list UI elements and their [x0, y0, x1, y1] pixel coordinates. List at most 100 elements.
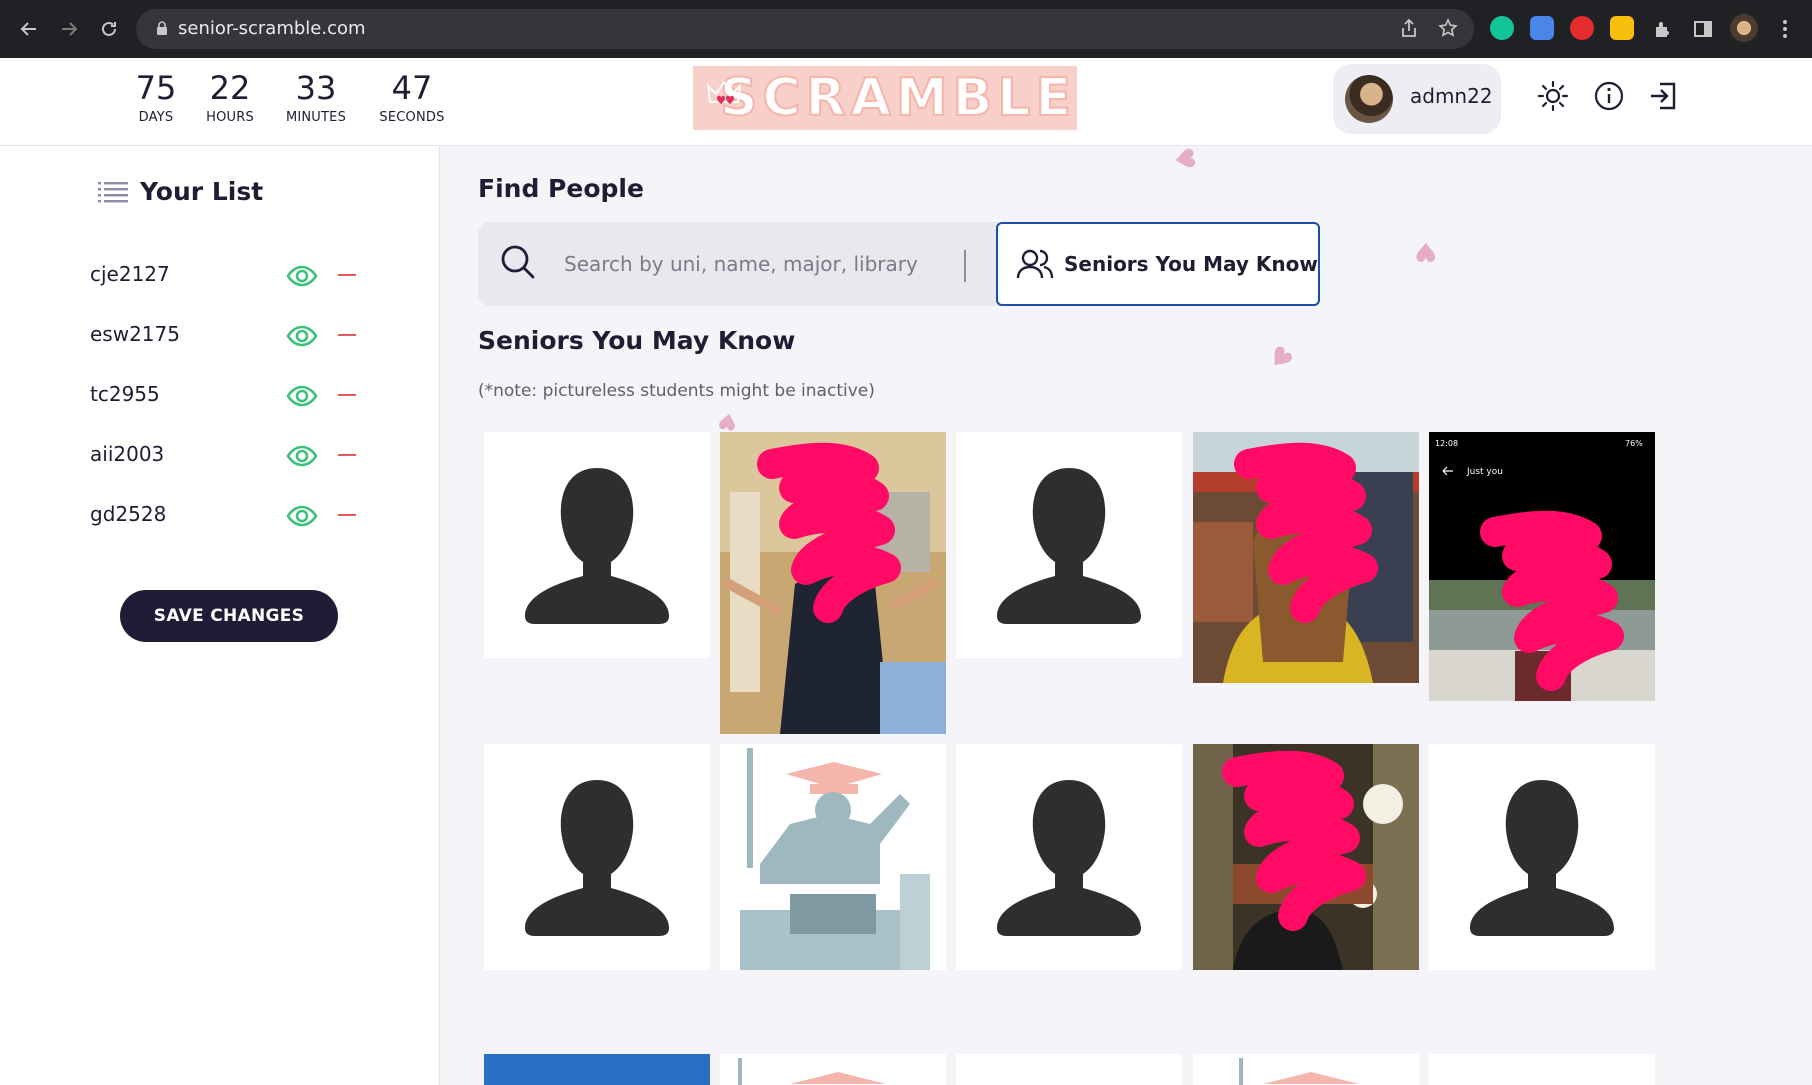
remove-icon[interactable] — [338, 334, 356, 336]
countdown-seconds: 47 SECONDS — [370, 66, 454, 125]
share-icon[interactable] — [1400, 18, 1418, 43]
remove-icon[interactable] — [338, 514, 356, 516]
eye-icon[interactable] — [286, 260, 318, 296]
person-card[interactable] — [956, 432, 1182, 658]
eye-icon[interactable] — [286, 440, 318, 476]
profile-photo — [1193, 432, 1419, 683]
find-people-title: Find People — [478, 174, 644, 203]
person-card[interactable] — [484, 432, 710, 658]
person-card[interactable] — [720, 432, 946, 734]
countdown-days: 75 DAYS — [126, 66, 186, 125]
countdown-value: 22 — [209, 69, 251, 107]
forward-icon[interactable] — [52, 12, 86, 46]
user-profile-chip[interactable]: admn22 — [1333, 64, 1501, 134]
countdown-unit: DAYS — [138, 110, 174, 125]
heart-decoration-icon: ♥ — [1414, 236, 1438, 266]
scramble-logo[interactable]: SCRAMBLE — [693, 66, 1077, 130]
avatar — [1345, 75, 1393, 123]
your-list-title: Your List — [140, 177, 264, 206]
list-item-uni: aii2003 — [90, 442, 165, 466]
menu-icon[interactable] — [1768, 12, 1802, 46]
countdown-value: 33 — [295, 69, 337, 107]
default-avatar-silhouette — [956, 744, 1182, 970]
person-card[interactable] — [484, 744, 710, 970]
profile-icon[interactable] — [1730, 14, 1758, 42]
username: admn22 — [1410, 84, 1493, 108]
person-card[interactable] — [1429, 1054, 1655, 1085]
seniors-you-may-know-button[interactable]: Seniors You May Know — [996, 222, 1320, 306]
address-bar[interactable]: senior-scramble.com — [136, 9, 1474, 49]
heart-decoration-icon: ♥ — [1261, 340, 1299, 378]
browser-toolbar: senior-scramble.com — [0, 0, 1812, 58]
list-item-uni: gd2528 — [90, 502, 167, 526]
list-item: esw2175 — [90, 316, 380, 356]
logout-icon[interactable] — [1648, 80, 1680, 112]
extensions-icon[interactable] — [1646, 12, 1680, 46]
person-card[interactable] — [720, 744, 946, 970]
remove-icon[interactable] — [338, 454, 356, 456]
list-item: tc2955 — [90, 376, 380, 416]
remove-icon[interactable] — [338, 274, 356, 276]
person-card[interactable] — [1193, 1054, 1419, 1085]
profile-photo: 12:08 76% Just you — [1429, 432, 1655, 701]
sidepanel-icon[interactable] — [1686, 12, 1720, 46]
logo-text: SCRAMBLE — [719, 67, 1076, 129]
back-icon[interactable] — [12, 12, 46, 46]
grammarly-icon[interactable] — [1490, 16, 1514, 40]
adblock-icon[interactable] — [1570, 16, 1594, 40]
list-item: gd2528 — [90, 496, 380, 536]
app-header: 75 DAYS 22 HOURS 33 MINUTES 47 SECONDS S… — [0, 58, 1812, 146]
star-icon[interactable] — [1438, 18, 1458, 43]
phone-header-text: Just you — [1466, 467, 1503, 477]
eye-icon[interactable] — [286, 500, 318, 536]
countdown-value: 47 — [391, 69, 433, 107]
list-icon — [98, 181, 128, 202]
person-card[interactable] — [1429, 744, 1655, 970]
info-icon[interactable] — [1593, 80, 1625, 112]
theme-sun-icon[interactable] — [1537, 80, 1569, 112]
person-card[interactable] — [720, 1054, 946, 1085]
seniors-you-may-know-label: Seniors You May Know — [1064, 252, 1318, 276]
countdown-unit: HOURS — [206, 110, 254, 125]
seniors-you-may-know-title: Seniors You May Know — [478, 326, 796, 355]
heart-decoration-icon: ♥ — [715, 406, 740, 435]
list-item-uni: cje2127 — [90, 262, 170, 286]
list-item: aii2003 — [90, 436, 380, 476]
url-text: senior-scramble.com — [178, 18, 366, 39]
alma-mater-graduate-image — [720, 744, 946, 970]
search-divider — [964, 250, 966, 282]
list-item: cje2127 — [90, 256, 380, 296]
countdown-hours: 22 HOURS — [200, 66, 260, 125]
person-card[interactable] — [1193, 432, 1419, 683]
profile-photo — [1193, 744, 1419, 970]
list-item-uni: tc2955 — [90, 382, 160, 406]
translate-icon[interactable] — [1530, 16, 1554, 40]
profile-photo — [720, 432, 946, 734]
default-avatar-silhouette — [956, 432, 1182, 658]
eye-icon[interactable] — [286, 380, 318, 416]
eye-icon[interactable] — [286, 320, 318, 356]
person-card[interactable] — [956, 744, 1182, 970]
save-changes-button[interactable]: SAVE CHANGES — [120, 590, 338, 642]
person-card[interactable] — [484, 1054, 710, 1085]
reload-icon[interactable] — [92, 12, 126, 46]
countdown-minutes: 33 MINUTES — [276, 66, 356, 125]
default-avatar-silhouette — [1429, 744, 1655, 970]
person-card[interactable]: 12:08 76% Just you — [1429, 432, 1655, 701]
remove-icon[interactable] — [338, 394, 356, 396]
countdown-value: 75 — [135, 69, 177, 107]
alma-mater-graduate-image — [738, 1058, 886, 1085]
your-list-header: Your List — [98, 177, 263, 206]
search-input[interactable] — [564, 244, 964, 284]
people-icon — [1016, 249, 1054, 279]
keep-icon[interactable] — [1610, 16, 1634, 40]
app-page: 75 DAYS 22 HOURS 33 MINUTES 47 SECONDS S… — [0, 58, 1812, 1085]
person-card[interactable] — [956, 1054, 1182, 1085]
phone-status-battery: 76% — [1625, 439, 1643, 448]
default-avatar-silhouette — [484, 744, 710, 970]
person-card[interactable] — [1193, 744, 1419, 970]
inactive-note: (*note: pictureless students might be in… — [478, 381, 875, 401]
crown-heart-icon — [707, 80, 741, 104]
list-item-uni: esw2175 — [90, 322, 180, 346]
phone-status-time: 12:08 — [1435, 439, 1458, 448]
